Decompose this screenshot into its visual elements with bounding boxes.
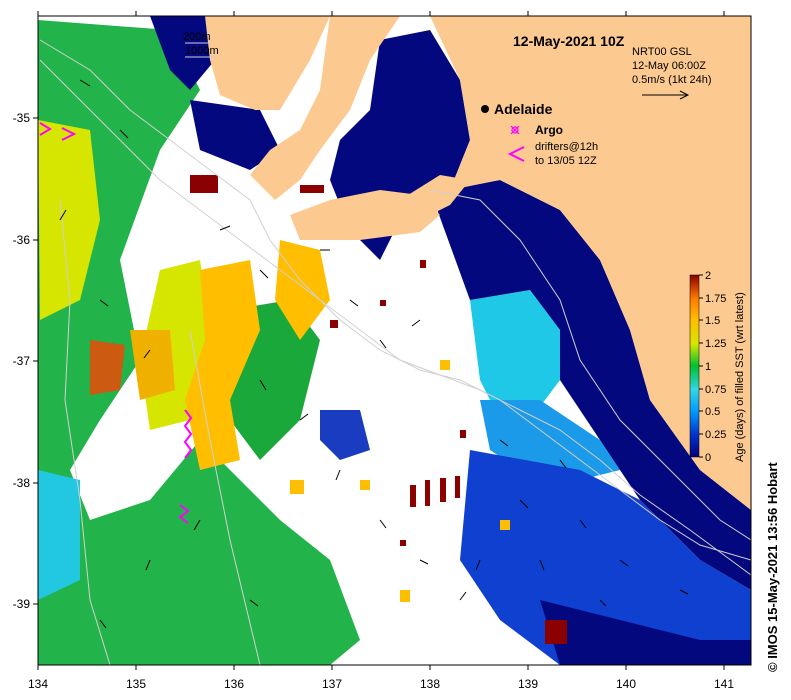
colorbar-tick-1p25: 1.25 [705, 338, 726, 350]
drifters-label-line2: to 13/05 12Z [535, 155, 597, 167]
sst-age-region-1p75day [90, 340, 125, 395]
depth-label-200m: 200m [183, 31, 211, 43]
left-ticks [33, 117, 38, 605]
colorbar-tick-1p5: 1.5 [705, 315, 720, 327]
lon-tick-140: 140 [616, 677, 636, 691]
lon-tick-138: 138 [420, 677, 440, 691]
lon-tick-135: 135 [126, 677, 146, 691]
lon-tick-139: 139 [518, 677, 538, 691]
lat-tick-39: -39 [13, 597, 31, 611]
colorbar-tick-1: 1 [705, 361, 711, 373]
argo-icon [510, 125, 520, 135]
lon-tick-134: 134 [28, 677, 48, 691]
product-label: NRT00 GSL [632, 46, 692, 58]
lon-tick-136: 136 [224, 677, 244, 691]
lon-tick-141: 141 [714, 677, 734, 691]
drifters-label-line1: drifters@12h [535, 141, 598, 153]
credit-label: © IMOS 15-May-2021 13:56 Hobart [765, 462, 780, 672]
colorbar-tick-2: 2 [705, 270, 711, 282]
bottom-ticks [37, 665, 725, 670]
sst-age-region-0p75day [38, 470, 80, 600]
city-label: Adelaide [494, 101, 553, 117]
colorbar-tick-0p5: 0.5 [705, 406, 720, 418]
colorbar [689, 274, 700, 458]
map-plot-area [38, 16, 751, 665]
map-title: 12-May-2021 10Z [513, 33, 625, 49]
city-marker-icon [481, 105, 489, 113]
colorbar-tick-1p75: 1.75 [705, 293, 726, 305]
lat-tick-35: -35 [13, 111, 31, 125]
sst-age-map: 134 135 136 137 138 139 140 141 -35 -36 … [13, 11, 752, 691]
colorbar-tick-0p75: 0.75 [705, 384, 726, 396]
colorbar-tick-0: 0 [705, 452, 711, 464]
lat-tick-36: -36 [13, 233, 31, 247]
argo-label: Argo [535, 123, 563, 137]
top-ticks [37, 11, 725, 16]
lat-tick-37: -37 [13, 354, 31, 368]
lon-tick-137: 137 [322, 677, 342, 691]
colorbar-tick-0p25: 0.25 [705, 429, 726, 441]
colorbar-label: Age (days) of filled SST (wrt latest) [734, 292, 746, 462]
depth-label-1000m: 1000m [185, 45, 219, 57]
current-time-label: 12-May 06:00Z [632, 60, 706, 72]
vector-scale-label: 0.5m/s (1kt 24h) [632, 74, 711, 86]
lat-tick-38: -38 [13, 476, 31, 490]
